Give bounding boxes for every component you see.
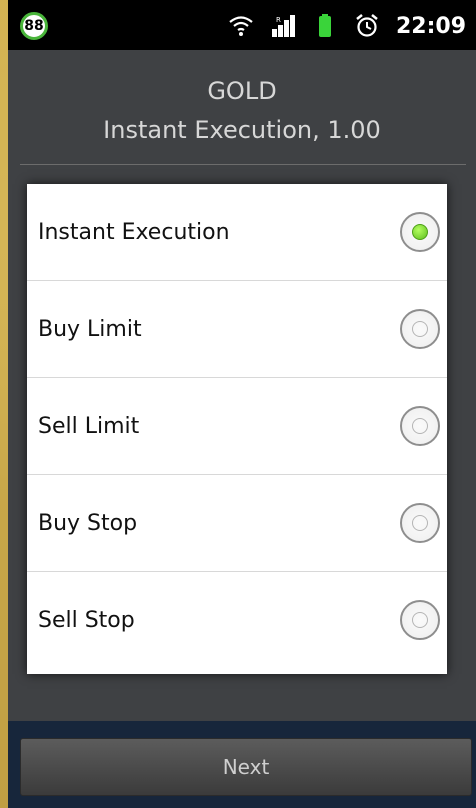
radio-button[interactable] <box>400 503 440 543</box>
option-label: Sell Stop <box>38 608 135 633</box>
status-icons: R 22:09 <box>228 12 466 40</box>
alarm-icon <box>356 14 378 37</box>
option-label: Buy Stop <box>38 510 138 536</box>
battery-icon <box>318 14 331 37</box>
next-button[interactable]: Next <box>20 738 472 796</box>
battery-percent-badge: 88 <box>20 12 48 40</box>
svg-text:R: R <box>276 16 281 24</box>
phone-screen: 88 R 22:09 GOLD Instant Execution, 1.00 … <box>8 0 476 808</box>
option-buy-limit[interactable]: Buy Limit <box>27 281 447 378</box>
option-instant-execution[interactable]: Instant Execution <box>27 184 447 281</box>
option-sell-stop[interactable]: Sell Stop <box>27 572 447 669</box>
divider <box>20 164 466 165</box>
radio-button[interactable] <box>400 600 440 640</box>
option-label: Buy Limit <box>38 316 142 342</box>
option-buy-stop[interactable]: Buy Stop <box>27 475 447 572</box>
option-label: Instant Execution <box>38 219 230 245</box>
status-bar: 88 R 22:09 <box>8 0 476 50</box>
radio-button-checked[interactable] <box>400 212 440 252</box>
radio-button[interactable] <box>400 309 440 349</box>
radio-button[interactable] <box>400 406 440 446</box>
execution-subtitle: Instant Execution, 1.00 <box>103 116 381 144</box>
signal-icon: R <box>271 15 295 37</box>
order-type-dialog: Instant Execution Buy Limit Sell Limit B… <box>27 184 447 674</box>
option-label: Sell Limit <box>38 413 140 439</box>
clock-time: 22:09 <box>395 13 466 39</box>
wifi-icon <box>229 16 253 36</box>
option-sell-limit[interactable]: Sell Limit <box>27 378 447 475</box>
symbol-title: GOLD <box>207 77 277 105</box>
